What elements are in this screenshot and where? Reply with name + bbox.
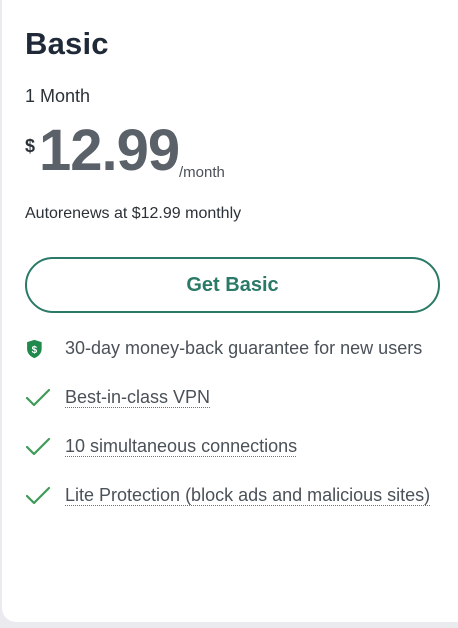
currency-symbol: $ xyxy=(25,136,36,156)
feature-item: $ 30-day money-back guarantee for new us… xyxy=(25,334,435,363)
feature-list: $ 30-day money-back guarantee for new us… xyxy=(25,334,435,510)
feature-text: 30-day money-back guarantee for new user… xyxy=(65,338,423,358)
get-basic-button[interactable]: Get Basic xyxy=(25,257,440,313)
plan-title: Basic xyxy=(25,26,109,61)
autorenew-note: Autorenews at $12.99 monthly xyxy=(25,205,242,222)
check-icon xyxy=(25,388,51,407)
svg-text:$: $ xyxy=(32,345,38,356)
price-amount: 12.99 xyxy=(39,118,180,183)
feature-item: 10 simultaneous connections xyxy=(25,432,435,461)
feature-item: Best-in-class VPN xyxy=(25,383,435,412)
check-icon xyxy=(25,486,51,505)
feature-text: Lite Protection (block ads and malicious… xyxy=(65,485,431,505)
pricing-card: Basic 1 Month $ 12.99 /month Autorenews … xyxy=(2,0,458,622)
feature-text: Best-in-class VPN xyxy=(65,387,211,407)
plan-duration: 1 Month xyxy=(25,86,91,106)
price-period: /month xyxy=(179,164,225,181)
check-icon xyxy=(25,437,51,456)
feature-item: Lite Protection (block ads and malicious… xyxy=(25,481,435,510)
feature-text: 10 simultaneous connections xyxy=(65,436,298,456)
shield-dollar-icon: $ xyxy=(27,339,42,359)
